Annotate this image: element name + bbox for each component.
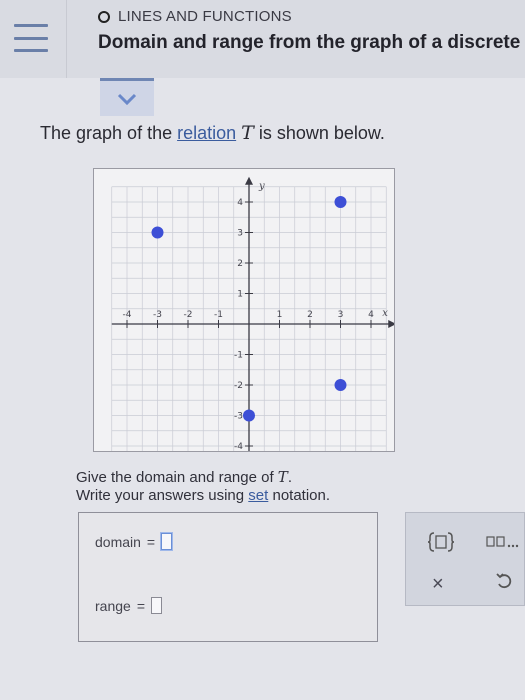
y-tick-label: -1 [234,351,243,361]
set-link[interactable]: set [248,487,268,504]
header-divider [66,0,67,78]
undo-icon [496,573,512,589]
x-tick-label: -2 [184,310,193,320]
domain-label: domain [95,533,141,550]
prompt-text-start: The graph of the [40,123,178,143]
data-point [243,409,255,422]
set-braces-icon [427,532,455,552]
domain-row: domain = [95,533,173,550]
y-tick-label: 3 [237,229,243,239]
graph-canvas: -4 -3 -2 -1 1 2 3 4 4 3 2 1 -1 -2 -3 -4 x y [111,176,394,451]
question-line-2: Write your answers using set notation. [76,487,330,504]
answer-box: domain = range = [78,512,378,642]
x-tick-label: -4 [123,310,132,320]
relation-variable: T [241,122,254,144]
y-tick-label: 2 [237,259,243,269]
question-line-2-text: Write your answers using [76,487,249,504]
question-line-1-text: Give the domain and range of [76,469,278,486]
data-point [151,226,164,239]
x-tick-label: 3 [338,310,344,320]
menu-icon[interactable] [14,24,48,52]
x-tick-label: -3 [153,310,162,320]
domain-input[interactable] [161,533,173,550]
y-tick-label: -4 [234,442,243,451]
page-title: Domain and range from the graph of a dis… [98,32,521,53]
chevron-down-icon [117,93,137,105]
range-row: range = [95,597,162,614]
topic-label: LINES AND FUNCTIONS [98,8,292,25]
x-axis-label: x [382,308,388,319]
y-tick-label: -3 [234,412,243,422]
question-line-1-end: . [287,469,292,486]
coordinate-graph: -4 -3 -2 -1 1 2 3 4 4 3 2 1 -1 -2 -3 -4 x y [93,168,395,452]
question-line-2-end: notation. [268,487,331,504]
close-icon: × [432,573,444,595]
header-bar: LINES AND FUNCTIONS Domain and range fro… [0,0,525,78]
question-prompt: The graph of the relation T is shown bel… [40,122,385,144]
x-tick-label: 4 [368,310,374,320]
relation-link[interactable]: relation [177,123,236,143]
math-toolbar: × [405,512,525,606]
question-variable: T [277,468,288,486]
y-tick-label: 4 [237,198,243,208]
list-elements-button[interactable] [486,531,520,553]
x-tick-label: 2 [307,310,313,320]
y-axis-arrow [245,176,253,185]
y-axis-label: y [258,181,265,192]
y-tick-label: -2 [234,381,243,391]
y-tick-label: 1 [237,290,243,300]
question-line-1: Give the domain and range of T. [76,468,292,486]
list-ellipsis-icon [486,536,519,548]
data-point [334,196,347,208]
range-input[interactable] [151,597,162,614]
topic-circle-icon [98,10,110,23]
expand-button[interactable] [100,78,154,116]
x-tick-label: 1 [277,310,283,320]
clear-button[interactable]: × [432,573,444,596]
data-point [334,379,347,391]
range-label: range [95,597,131,614]
domain-equals: = [146,533,156,550]
prompt-text-end: is shown below. [253,123,385,143]
set-braces-button[interactable] [426,531,456,553]
x-axis-arrow [388,320,394,328]
question-panel: The graph of the relation T is shown bel… [0,78,525,700]
range-equals: = [136,597,145,614]
undo-button[interactable] [494,571,514,596]
topic-text: LINES AND FUNCTIONS [118,8,292,25]
x-tick-label: -1 [214,310,223,320]
